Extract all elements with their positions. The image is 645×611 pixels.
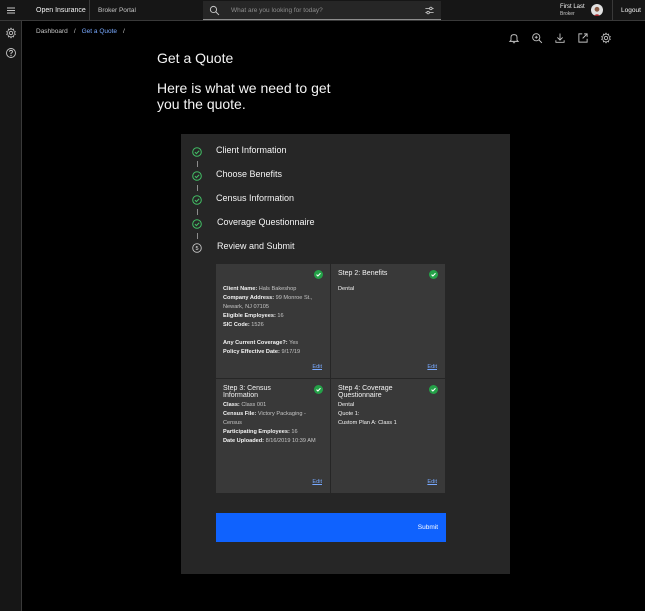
tile-title: Step 4: Coverage Questionnaire [338,385,393,399]
field-label: Date Uploaded: [223,438,265,444]
benefit-value: Dental [338,286,355,292]
breadcrumb-separator: / [123,28,125,35]
search-input[interactable] [231,3,411,18]
class-value: Class 001 [241,402,267,408]
submit-button[interactable]: Submit [216,513,446,542]
notification-icon[interactable] [508,32,520,44]
quote-panel: Client Information Choose Benefits Censu… [181,134,510,574]
settings-icon[interactable] [5,27,17,39]
field-label: Participating Employees: [223,429,290,435]
field-label: Company Address: [223,295,275,301]
step-connector [196,209,198,215]
date-uploaded-value: 8/16/2019 10:39 AM [265,438,316,444]
tile-body: Dental Quote 1: Custom Plan A: Class 1 [338,401,434,428]
plan-value: Custom Plan A: Class 1 [338,420,397,426]
progress-step-review-and-submit[interactable]: 5 Review and Submit [192,241,295,254]
search-bar[interactable] [203,1,441,20]
progress-step-census-information[interactable]: Census Information [192,193,294,206]
edit-link[interactable]: Edit [427,479,437,485]
tile-title: Step 2: Benefits [338,270,388,277]
menu-icon[interactable] [0,0,22,21]
step-number: 5 [195,246,198,252]
step-label: Choose Benefits [216,169,283,179]
breadcrumb-separator: / [73,28,76,35]
side-rail [0,21,22,611]
nav-link-broker-portal[interactable]: Broker Portal [89,0,144,21]
page-title: Get a Quote [157,50,234,66]
breadcrumb: Dashboard / Get a Quote / [36,28,125,35]
step-label: Census Information [216,193,295,203]
progress-step-coverage-questionnaire[interactable]: Coverage Questionnaire [192,217,315,230]
step-connector [196,161,198,167]
step-label: Review and Submit [217,241,295,251]
tile-body: Class: Class 001 Census File: Victory Pa… [223,401,319,446]
checkmark-icon [429,385,438,394]
tile-body: Client Name: Hals Bakeshop Company Addre… [223,285,319,357]
checkmark-icon [192,195,202,205]
breadcrumb-get-a-quote[interactable]: Get a Quote [82,28,117,35]
breadcrumb-dashboard[interactable]: Dashboard [36,28,68,35]
sic-value: 1526 [251,322,264,328]
field-label: Census File: [223,411,257,417]
app-name[interactable]: Open Insurance [28,0,94,21]
progress-step-choose-benefits[interactable]: Choose Benefits [192,169,282,182]
edit-link[interactable]: Edit [312,479,322,485]
top-header: Open Insurance Broker Portal First Last … [0,0,645,21]
review-tile-client-information: Client Name: Hals Bakeshop Company Addre… [216,264,330,378]
user-name: First Last [560,4,585,10]
client-name-value: Hals Bakeshop [258,286,297,292]
search-icon[interactable] [209,5,220,16]
page-toolbar [508,32,612,44]
zoom-in-icon[interactable] [531,32,543,44]
review-tile-census-information: Step 3: Census Information Class: Class … [216,379,330,493]
field-label: Policy Effective Date: [223,349,280,355]
launch-icon[interactable] [577,32,589,44]
tile-title: Step 3: Census Information [223,385,271,399]
review-tile-benefits: Step 2: Benefits Dental Edit [331,264,445,378]
step-connector [196,185,198,191]
step-number-icon: 5 [192,243,202,253]
eligible-value: 16 [277,313,284,319]
filter-icon[interactable] [424,5,435,16]
field-label: Client Name: [223,286,258,292]
benefit-value: Dental [338,402,355,408]
checkmark-icon [192,147,202,157]
progress-step-client-information[interactable]: Client Information [192,145,287,158]
review-tile-coverage-questionnaire: Step 4: Coverage Questionnaire Dental Qu… [331,379,445,493]
quote-value: Quote 1: [338,411,360,417]
checkmark-icon [192,219,202,229]
edit-link[interactable]: Edit [312,364,322,370]
settings-icon[interactable] [600,32,612,44]
field-label: Class: [223,402,240,408]
field-label: Eligible Employees: [223,313,276,319]
edit-link[interactable]: Edit [427,364,437,370]
user-role: Broker [560,11,575,17]
logout-button[interactable]: Logout [612,0,643,21]
avatar[interactable] [591,4,603,16]
checkmark-icon [314,270,323,279]
checkmark-icon [192,171,202,181]
user-menu[interactable]: First Last Broker [553,2,609,19]
step-label: Client Information [216,145,287,155]
field-label: Any Current Coverage?: [223,340,288,346]
help-icon[interactable] [5,47,17,59]
checkmark-icon [429,270,438,279]
tile-body: Dental [338,285,434,294]
participating-value: 16 [291,429,298,435]
page-subtitle: Here is what we need to get you the quot… [157,80,331,112]
checkmark-icon [314,385,323,394]
review-tiles: Client Name: Hals Bakeshop Company Addre… [216,264,447,493]
field-label: SIC Code: [223,322,250,328]
step-connector [196,233,198,239]
download-icon[interactable] [554,32,566,44]
effective-date-value: 9/17/19 [281,349,301,355]
coverage-value: Yes [289,340,299,346]
step-label: Coverage Questionnaire [217,217,315,227]
